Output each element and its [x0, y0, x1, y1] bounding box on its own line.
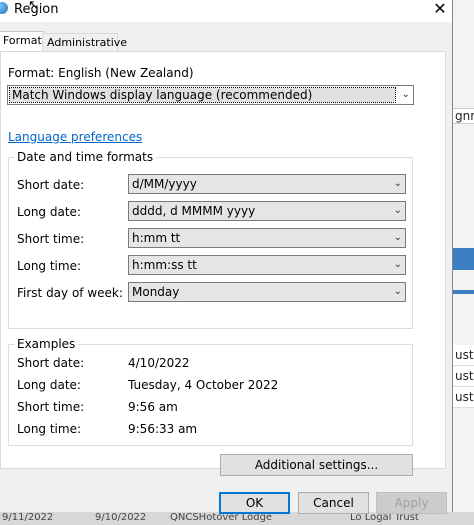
long-date-select[interactable]: dddd, d MMMM yyyy ⌄ — [128, 201, 406, 221]
bg-text: gnm — [455, 109, 474, 123]
example-short-time-value: 9:56 am — [128, 400, 178, 414]
example-long-date-label: Long date: — [17, 378, 81, 392]
region-dialog: Region ↖ ✕ Formats Administrative Format… — [0, 0, 453, 514]
apply-button[interactable]: Apply — [376, 492, 447, 514]
bg-text: ust — [455, 348, 474, 362]
additional-settings-button[interactable]: Additional settings... — [220, 454, 413, 476]
first-day-of-week-label: First day of week: — [17, 286, 123, 300]
short-date-value: d/MM/yyyy — [132, 177, 197, 191]
format-selected-value: Match Windows display language (recommen… — [9, 87, 396, 103]
bg-strip-blue — [452, 290, 474, 294]
tab-formats[interactable]: Formats — [0, 31, 48, 52]
chevron-down-icon: ⌄ — [393, 178, 402, 189]
bg-strip-blue — [452, 248, 474, 270]
close-button[interactable]: ✕ — [428, 0, 452, 20]
bg-strip: gnm — [452, 108, 474, 124]
format-label: Format: English (New Zealand) — [8, 66, 194, 80]
bg-text: 9/11/2022 — [2, 512, 54, 523]
bg-row: ust — [452, 387, 474, 408]
first-day-of-week-value: Monday — [132, 285, 180, 299]
example-long-time-label: Long time: — [17, 422, 82, 436]
long-time-label: Long time: — [17, 259, 82, 273]
language-preferences-link[interactable]: Language preferences — [8, 130, 142, 144]
bg-text: ust — [455, 390, 474, 404]
chevron-down-icon: ⌄ — [393, 205, 402, 216]
short-date-label: Short date: — [17, 178, 85, 192]
bg-text: 9/10/2022 — [95, 512, 147, 523]
chevron-down-icon: ⌄ — [401, 89, 410, 100]
long-date-value: dddd, d MMMM yyyy — [132, 204, 256, 218]
background-app-panel: gnm ust ust ust — [452, 0, 474, 525]
chevron-down-icon: ⌄ — [393, 259, 402, 270]
long-time-value: h:mm:ss tt — [132, 258, 197, 272]
example-long-time-value: 9:56:33 am — [128, 422, 198, 436]
short-time-value: h:mm tt — [132, 231, 181, 245]
example-short-date-value: 4/10/2022 — [128, 356, 190, 370]
chevron-down-icon: ⌄ — [393, 286, 402, 297]
short-time-select[interactable]: h:mm tt ⌄ — [128, 228, 406, 248]
example-long-date-value: Tuesday, 4 October 2022 — [128, 378, 279, 392]
group-title: Examples — [14, 337, 79, 351]
mouse-cursor-icon: ↖ — [28, 0, 39, 13]
cancel-button[interactable]: Cancel — [298, 492, 369, 514]
date-time-formats-group: Date and time formats Short date: d/MM/y… — [8, 150, 413, 329]
formats-panel: Format: English (New Zealand) Match Wind… — [0, 51, 446, 476]
chevron-down-icon: ⌄ — [393, 232, 402, 243]
format-select[interactable]: Match Windows display language (recommen… — [7, 85, 414, 105]
bg-text: ust — [455, 369, 474, 383]
short-date-select[interactable]: d/MM/yyyy ⌄ — [128, 174, 406, 194]
tab-administrative[interactable]: Administrative — [42, 33, 127, 52]
long-date-label: Long date: — [17, 205, 81, 219]
bg-row: ust — [452, 345, 474, 366]
first-day-of-week-select[interactable]: Monday ⌄ — [128, 282, 406, 302]
bg-row: ust — [452, 366, 474, 387]
ok-button[interactable]: OK — [219, 492, 290, 514]
example-short-time-label: Short time: — [17, 400, 85, 414]
example-short-date-label: Short date: — [17, 356, 85, 370]
long-time-select[interactable]: h:mm:ss tt ⌄ — [128, 255, 406, 275]
short-time-label: Short time: — [17, 232, 85, 246]
bg-strip — [452, 0, 474, 108]
globe-icon — [0, 2, 8, 14]
examples-group: Examples Short date: 4/10/2022 Long date… — [8, 337, 413, 446]
title-bar[interactable]: Region ↖ ✕ — [0, 0, 452, 22]
group-title: Date and time formats — [14, 150, 157, 164]
